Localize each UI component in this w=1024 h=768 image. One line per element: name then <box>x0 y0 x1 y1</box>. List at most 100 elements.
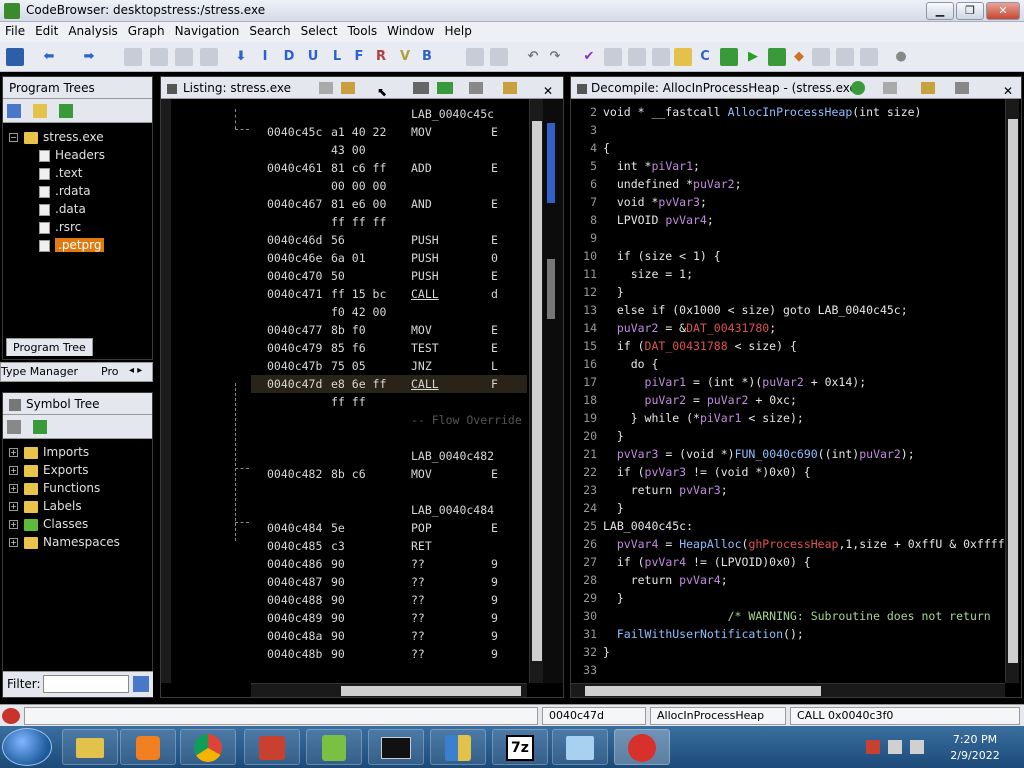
next-reference-button[interactable]: R <box>372 48 390 66</box>
tree-item-rsrc[interactable]: .rsrc <box>9 218 146 236</box>
next-instruction-button[interactable]: I <box>256 48 274 66</box>
code-line[interactable]: 29 } <box>575 589 624 607</box>
tool-icon[interactable] <box>604 48 622 66</box>
nav-icon[interactable] <box>175 48 193 66</box>
expand-icon[interactable]: + <box>9 538 18 547</box>
menu-help[interactable]: Help <box>440 22 477 40</box>
taskbar-7zip[interactable]: 7z <box>492 729 548 765</box>
listing-row[interactable]: 0040c470 50 PUSH E <box>251 267 501 285</box>
symbol-functions[interactable]: + Functions <box>9 479 146 497</box>
symbol-labels[interactable]: + Labels <box>9 497 146 515</box>
tree-item-data[interactable]: .data <box>9 200 146 218</box>
taskbar-notepadpp[interactable] <box>306 729 362 765</box>
taskbar-cmd[interactable] <box>368 729 424 765</box>
scroll-thumb[interactable] <box>585 686 821 696</box>
code-line[interactable]: 33 <box>575 661 603 679</box>
tool-icon[interactable] <box>720 48 738 66</box>
code-line[interactable]: 8 LPVOID pvVar4; <box>575 211 714 229</box>
code-line[interactable]: 20 } <box>575 427 624 445</box>
maximize-button[interactable]: ❐ <box>956 2 984 20</box>
listing-row[interactable] <box>251 483 501 501</box>
minimize-button[interactable]: ▁ <box>926 2 954 20</box>
scroll-thumb[interactable] <box>1008 119 1018 663</box>
listing-row[interactable]: LAB_0040c484 <box>251 501 501 519</box>
code-line[interactable]: 23 return pvVar3; <box>575 481 728 499</box>
listing-row[interactable]: 0040c46e 6a 01 PUSH 0 <box>251 249 501 267</box>
code-line[interactable]: 21 pvVar3 = (void *)FUN_0040c690((int)pu… <box>575 445 914 463</box>
symbol-imports[interactable]: + Imports <box>9 443 146 461</box>
listing-scrollbar-h[interactable] <box>251 683 527 697</box>
checkmark-icon[interactable]: ✔ <box>580 48 598 66</box>
listing-row[interactable]: 0040c461 81 c6 ff ADD E <box>251 159 501 177</box>
listing-row[interactable]: 0040c46d 56 PUSH E <box>251 231 501 249</box>
code-line[interactable]: 7 void *pvVar3; <box>575 193 707 211</box>
snapshot-icon[interactable] <box>955 82 969 94</box>
code-line[interactable]: 4{ <box>575 139 610 157</box>
listing-row[interactable]: -- Flow Override <box>251 411 522 429</box>
listing-row[interactable]: 0040c48b 90?? 9 <box>251 645 501 663</box>
expand-icon[interactable]: + <box>9 520 18 529</box>
scroll-thumb[interactable] <box>532 121 542 661</box>
menu-navigation[interactable]: Navigation <box>170 22 245 40</box>
tab-program-tree[interactable]: Program Tree <box>6 338 93 356</box>
listing-row[interactable]: 0040c47d e8 6e ff CALL F <box>251 375 527 393</box>
taskbar-ghidra[interactable] <box>614 729 670 765</box>
tree-item-headers[interactable]: Headers <box>9 146 146 164</box>
listing-row[interactable]: 0040c484 5e POP E <box>251 519 501 537</box>
new-tree-icon[interactable] <box>7 104 21 118</box>
listing-row[interactable]: 0040c45c a1 40 22 MOV E <box>251 123 501 141</box>
code-line[interactable]: 6 undefined *puVar2; <box>575 175 741 193</box>
menu-select[interactable]: Select <box>296 22 343 40</box>
tool-icon[interactable]: C <box>696 48 714 66</box>
code-line[interactable]: 3 <box>575 121 603 139</box>
listing-row[interactable]: 0040c488 90?? 9 <box>251 591 501 609</box>
menu-graph[interactable]: Graph <box>123 22 170 40</box>
edit-icon[interactable] <box>921 82 935 94</box>
start-button[interactable] <box>2 728 52 766</box>
listing-row[interactable]: 0040c479 85 f6 TEST E <box>251 339 501 357</box>
code-line[interactable]: 13 else if (0x1000 < size) goto LAB_0040… <box>575 301 908 319</box>
tool-icon[interactable]: ● <box>892 48 910 66</box>
tool-icon[interactable] <box>860 48 878 66</box>
listing-row[interactable]: 00 00 00 <box>251 177 501 195</box>
decompile-code[interactable]: 2 void * __fastcall AllocInProcessHeap(in… <box>575 103 1005 683</box>
save-icon[interactable] <box>6 48 24 66</box>
copy-icon[interactable] <box>883 82 897 94</box>
listing-row[interactable]: ff ff ff <box>251 213 501 231</box>
listing-row[interactable] <box>251 429 501 447</box>
tab-scroll-icon[interactable]: ◂ ▸ <box>129 365 142 376</box>
next-bookmark-button[interactable]: B <box>418 48 436 66</box>
menu-tools[interactable]: Tools <box>343 22 383 40</box>
code-line[interactable]: 11 size = 1; <box>575 265 693 283</box>
notification-icon[interactable] <box>866 740 880 754</box>
tree-item-text[interactable]: .text <box>9 164 146 182</box>
forward-arrow-icon[interactable]: ➡ <box>80 48 98 66</box>
listing-row[interactable]: 0040c485 c3 RET <box>251 537 501 555</box>
code-line[interactable]: 19 } while (*piVar1 < size); <box>575 409 804 427</box>
field-edit-icon[interactable] <box>413 82 429 94</box>
undo-icon[interactable]: ↶ <box>524 48 542 66</box>
code-line[interactable]: 9 <box>575 229 603 247</box>
listing-row[interactable]: LAB_0040c482 <box>251 447 501 465</box>
scroll-thumb[interactable] <box>341 686 521 696</box>
code-line[interactable]: 17 piVar1 = (int *)(puVar2 + 0x14); <box>575 373 866 391</box>
next-value-button[interactable]: V <box>396 48 414 66</box>
tab-type-manager[interactable]: Type Manager <box>1 365 78 378</box>
listing-row[interactable]: 0040c487 90?? 9 <box>251 573 501 591</box>
next-undefined-button[interactable]: U <box>304 48 322 66</box>
taskbar-media[interactable] <box>120 729 176 765</box>
listing-row[interactable]: 0040c489 90?? 9 <box>251 609 501 627</box>
tree-item-rdata[interactable]: .rdata <box>9 182 146 200</box>
tool-icon[interactable] <box>836 48 854 66</box>
paste-icon[interactable] <box>341 82 355 94</box>
namespace-icon[interactable] <box>7 420 21 434</box>
sync-icon[interactable] <box>58 104 73 118</box>
tree-item-root[interactable]: − stress.exe <box>9 128 146 146</box>
refresh-icon[interactable] <box>851 81 865 95</box>
run-icon[interactable]: ▶ <box>744 48 762 66</box>
listing-scrollbar-v[interactable] <box>529 99 543 683</box>
expand-icon[interactable]: + <box>9 448 18 457</box>
listing-row[interactable]: LAB_0040c45c <box>251 105 501 123</box>
tree-item-petprg[interactable]: .petprg <box>9 236 146 254</box>
code-line[interactable]: 32} <box>575 643 610 661</box>
